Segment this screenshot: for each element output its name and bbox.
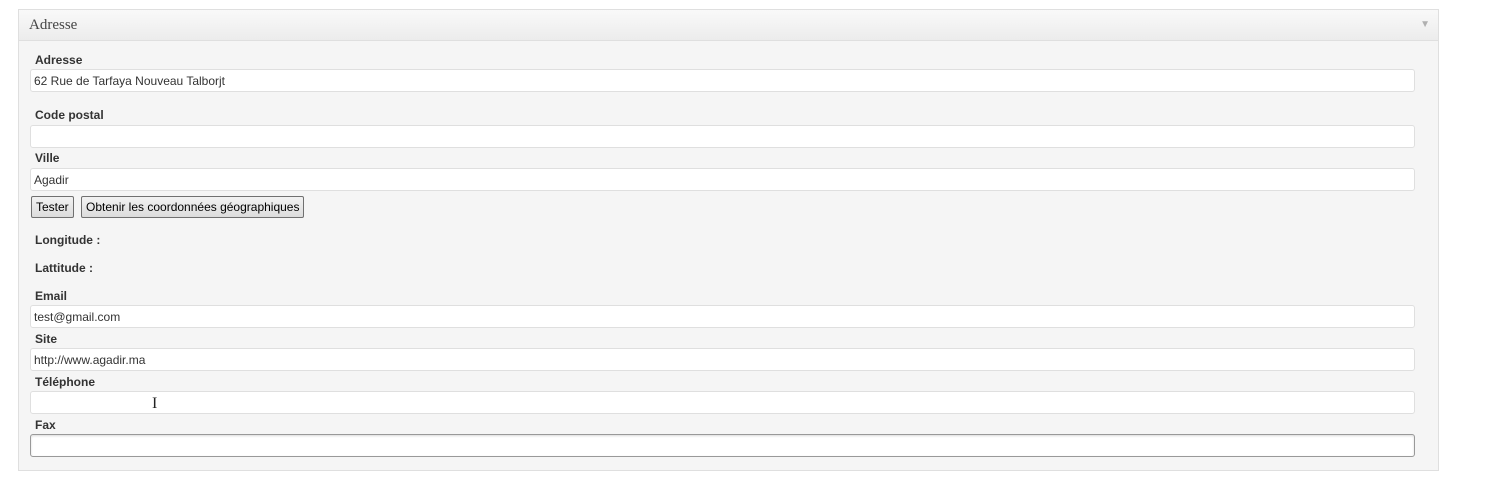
fax-input[interactable]: [30, 434, 1415, 457]
email-label: Email: [35, 289, 68, 303]
geocode-button[interactable]: Obtenir les coordonnées géographiques: [81, 196, 305, 218]
code-postal-label: Code postal: [35, 108, 104, 122]
text-cursor-icon: I: [152, 395, 158, 412]
adresse-label: Adresse: [35, 53, 83, 67]
fax-label: Fax: [35, 418, 56, 432]
site-label: Site: [35, 332, 58, 346]
telephone-label: Téléphone: [35, 375, 96, 389]
address-panel: Adresse ▼ Adresse Code postal Ville Test…: [18, 9, 1439, 471]
adresse-input[interactable]: [30, 69, 1415, 92]
ville-label: Ville: [35, 151, 60, 165]
panel-title: Adresse: [29, 17, 78, 33]
email-input[interactable]: [30, 305, 1415, 328]
code-postal-input[interactable]: [30, 125, 1415, 148]
lattitude-label: Lattitude :: [35, 261, 93, 275]
panel-header[interactable]: Adresse ▼: [19, 10, 1438, 41]
tester-button[interactable]: Tester: [31, 196, 74, 218]
ville-input[interactable]: [30, 168, 1415, 191]
telephone-input[interactable]: [30, 391, 1415, 414]
longitude-label: Longitude :: [35, 233, 101, 247]
toggle-arrow-icon[interactable]: ▼: [1420, 19, 1430, 30]
site-input[interactable]: [30, 348, 1415, 371]
